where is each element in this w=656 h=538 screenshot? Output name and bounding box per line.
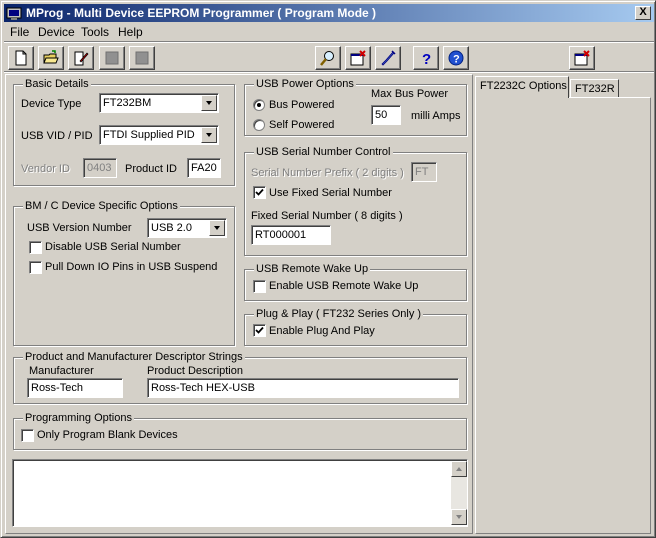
fixed-serial-label: Fixed Serial Number ( 8 digits ) [251,210,403,222]
basic-details-title: Basic Details [23,78,91,90]
remote-wakeup-checkbox[interactable] [253,280,266,293]
check-icon [255,326,264,334]
search-icon [320,51,334,66]
log-textarea[interactable] [12,459,468,527]
application-window: MProg - Multi Device EEPROM Programmer (… [0,0,656,538]
plug-and-play-title: Plug & Play ( FT232 Series Only ) [254,308,424,320]
pull-down-label: Pull Down IO Pins in USB Suspend [45,261,218,273]
help-button[interactable]: ? [413,46,439,70]
pull-down-checkbox[interactable] [29,261,42,274]
menu-help[interactable]: Help [118,25,143,39]
stop-button-2[interactable] [129,46,155,70]
close-window-icon [574,50,590,66]
chevron-down-icon[interactable] [209,220,225,236]
disable-serial-checkbox[interactable] [29,241,42,254]
product-description-field[interactable]: Ross-Tech HEX-USB [147,378,459,398]
usb-version-value: USB 2.0 [151,222,192,234]
erase-button[interactable] [345,46,371,70]
chevron-down-icon[interactable] [201,127,217,143]
power-options-title: USB Power Options [254,78,356,90]
serial-prefix-label: Serial Number Prefix ( 2 digits ) [251,167,404,179]
max-bus-power-label: Max Bus Power [371,88,449,100]
edit-icon [74,51,89,66]
max-bus-power-field[interactable]: 50 [371,105,401,125]
search-button[interactable] [315,46,341,70]
serial-prefix-field[interactable]: FT [411,162,437,182]
tab-content-panel [475,97,651,534]
bus-powered-label: Bus Powered [269,99,335,111]
manufacturer-field[interactable]: Ross-Tech [27,378,123,398]
manufacturer-label: Manufacturer [29,365,94,377]
blank-only-label: Only Program Blank Devices [37,429,178,441]
edit-button[interactable] [68,46,94,70]
blank-only-checkbox[interactable] [21,429,34,442]
use-fixed-serial-checkbox[interactable] [253,186,266,199]
usb-version-combo[interactable]: USB 2.0 [147,218,227,238]
device-type-label: Device Type [21,98,82,110]
use-fixed-serial-label: Use Fixed Serial Number [269,187,392,199]
vendor-id-label: Vendor ID [21,163,70,175]
svg-text:?: ? [422,51,431,66]
product-description-label: Product Description [147,365,243,377]
close-icon: X [639,6,647,18]
bus-powered-radio[interactable] [253,99,265,111]
log-scrollbar[interactable] [451,461,467,525]
program-icon [381,50,396,66]
new-file-icon [15,50,27,66]
tab-ft2232c-options[interactable]: FT2232C Options [475,76,569,98]
menu-bar: File Device Tools Help [4,23,654,41]
stop-button-1[interactable] [99,46,125,70]
milliamps-label: milli Amps [411,110,461,122]
open-folder-icon [43,50,59,64]
tab-ft232r[interactable]: FT232R [570,79,619,98]
menu-tools[interactable]: Tools [81,25,109,39]
serial-control-title: USB Serial Number Control [254,146,393,158]
menu-device[interactable]: Device [38,25,75,39]
program-button[interactable] [375,46,401,70]
window-title: MProg - Multi Device EEPROM Programmer (… [26,6,377,20]
toolbar-separator [4,41,654,43]
stop-icon [135,51,149,65]
fixed-serial-field[interactable]: RT000001 [251,225,331,245]
vendor-id-field[interactable]: 0403 [83,158,117,178]
vid-pid-combo[interactable]: FTDI Supplied PID [99,125,219,145]
app-icon [6,5,22,21]
new-button[interactable] [8,46,34,70]
toolbar-bottom-separator [4,71,654,73]
close-button[interactable]: X [635,6,651,20]
remote-wakeup-label: Enable USB Remote Wake Up [269,280,419,292]
disable-serial-label: Disable USB Serial Number [45,241,181,253]
bmc-options-title: BM / C Device Specific Options [23,200,180,212]
vid-pid-label: USB VID / PID [21,130,93,142]
descriptor-strings-title: Product and Manufacturer Descriptor Stri… [23,351,245,363]
device-type-value: FT232BM [103,97,152,109]
chevron-down-icon[interactable] [201,95,217,111]
open-button[interactable] [38,46,64,70]
self-powered-radio[interactable] [253,119,265,131]
erase-icon [350,50,366,66]
about-button[interactable]: ? [443,46,469,70]
remote-wakeup-title: USB Remote Wake Up [254,263,371,275]
self-powered-label: Self Powered [269,119,335,131]
title-bar[interactable]: MProg - Multi Device EEPROM Programmer (… [4,4,654,22]
plug-and-play-label: Enable Plug And Play [269,325,375,337]
stop-icon [105,51,119,65]
plug-and-play-checkbox[interactable] [253,324,266,337]
close-window-button[interactable] [569,46,595,70]
programming-options-title: Programming Options [23,412,134,424]
usb-version-label: USB Version Number [27,222,132,234]
scroll-up-icon[interactable] [451,461,467,477]
vid-pid-value: FTDI Supplied PID [103,129,195,141]
device-type-combo[interactable]: FT232BM [99,93,219,113]
about-icon: ? [448,50,464,66]
scroll-down-icon[interactable] [451,509,467,525]
product-id-label: Product ID [125,163,177,175]
check-icon [255,188,264,196]
product-id-field[interactable]: FA20 [187,158,221,178]
svg-text:?: ? [453,54,460,66]
help-icon: ? [422,51,431,66]
menu-file[interactable]: File [10,25,29,39]
